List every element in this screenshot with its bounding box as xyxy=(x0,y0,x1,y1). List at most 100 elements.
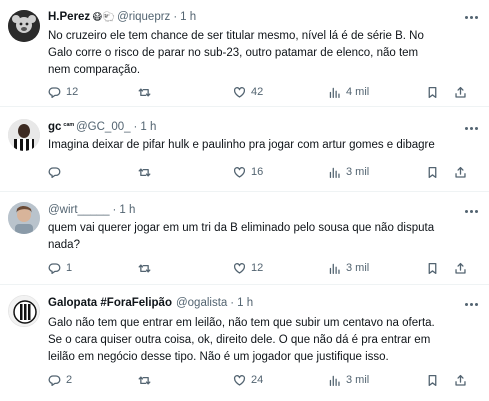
separator-dot: · xyxy=(112,204,117,216)
tweet-text: No cruzeiro ele tem chance de ser titula… xyxy=(48,28,478,79)
display-name[interactable]: gc xyxy=(48,121,61,133)
bookmark-icon xyxy=(428,86,437,98)
views-count: 3 mil xyxy=(346,374,370,386)
share-button[interactable] xyxy=(454,164,467,180)
handle[interactable]: @ogalista xyxy=(176,297,227,309)
bookmark-button[interactable] xyxy=(426,84,439,100)
retweet-button[interactable] xyxy=(138,84,156,100)
bookmark-button[interactable] xyxy=(426,260,439,276)
tweet-text-line: leilão em negócio desse tipo. Não é um j… xyxy=(48,351,389,363)
views-button[interactable]: 3 mil xyxy=(328,260,369,276)
more-dots-icon[interactable] xyxy=(463,299,479,309)
views-button[interactable]: 3 mil xyxy=(328,164,369,180)
reply-icon xyxy=(48,374,61,386)
retweet-icon xyxy=(138,376,151,384)
views-button[interactable]: 3 mil xyxy=(328,372,369,388)
more-dots-icon[interactable] xyxy=(463,123,479,133)
reply-count: 1 xyxy=(66,262,73,274)
tweet[interactable]: gc ᶜᵃᵐ @GC_00_ · 1 h Imagina deixar de p… xyxy=(0,107,489,191)
reply-button[interactable]: 12 xyxy=(48,84,78,100)
like-count: 24 xyxy=(251,374,264,386)
timestamp[interactable]: 1 h xyxy=(237,297,253,309)
like-count: 42 xyxy=(251,86,264,98)
bookmark-icon xyxy=(428,166,437,178)
tweet-text: Galo não tem que entrar em leilão, não t… xyxy=(48,315,478,366)
handle[interactable]: @GC_00_ xyxy=(76,121,131,133)
tweet-text-line: No cruzeiro ele tem chance de ser titula… xyxy=(48,30,424,42)
tweet-text-line: quem vai querer jogar em um tri da B eli… xyxy=(48,222,435,234)
reply-button[interactable]: 2 xyxy=(48,372,72,388)
tweet-text-line: nem comparação. xyxy=(48,64,141,76)
avatar[interactable] xyxy=(8,10,40,42)
reply-icon xyxy=(48,86,61,98)
avatar[interactable] xyxy=(8,295,40,327)
timestamp[interactable]: 1 h xyxy=(180,11,196,23)
tweet-text-line: nada? xyxy=(48,239,80,251)
like-button[interactable]: 42 xyxy=(233,84,263,100)
display-name[interactable]: H.Perez xyxy=(48,11,90,23)
retweet-icon xyxy=(138,88,151,96)
tweet-header: gc ᶜᵃᵐ @GC_00_ · 1 h xyxy=(48,120,156,134)
share-button[interactable] xyxy=(454,260,467,276)
share-icon xyxy=(455,262,466,274)
heart-icon xyxy=(233,86,246,98)
views-chart-icon xyxy=(329,167,340,178)
heart-icon xyxy=(233,262,246,274)
heart-icon xyxy=(233,374,246,386)
views-count: 3 mil xyxy=(346,166,370,178)
retweet-icon xyxy=(138,264,151,272)
like-button[interactable]: 24 xyxy=(233,372,263,388)
views-button[interactable]: 4 mil xyxy=(328,84,369,100)
tweet[interactable]: H.Perez 😷🐑 @riqueprz · 1 h No cruzeiro e… xyxy=(0,0,489,98)
retweet-icon xyxy=(138,168,151,176)
avatar[interactable] xyxy=(8,119,40,151)
tweet-text: quem vai querer jogar em um tri da B eli… xyxy=(48,220,478,254)
handle[interactable]: @riqueprz xyxy=(117,11,170,23)
like-button[interactable]: 16 xyxy=(233,164,263,180)
handle[interactable]: @wirt_____ xyxy=(48,204,110,216)
separator-dot: · xyxy=(173,11,178,23)
reply-count: 12 xyxy=(66,86,79,98)
tweet-header: Galopata #ForaFelipão @ogalista · 1 h xyxy=(48,297,253,309)
bookmark-button[interactable] xyxy=(426,372,439,388)
more-dots-icon[interactable] xyxy=(463,206,479,216)
retweet-button[interactable] xyxy=(138,372,156,388)
timestamp[interactable]: 1 h xyxy=(119,204,135,216)
tweet[interactable]: Galopata #ForaFelipão @ogalista · 1 h Ga… xyxy=(0,285,489,401)
share-icon xyxy=(455,374,466,386)
retweet-button[interactable] xyxy=(138,164,156,180)
reply-button[interactable] xyxy=(48,164,66,180)
bookmark-icon xyxy=(428,262,437,274)
display-name[interactable]: Galopata #ForaFelipão xyxy=(48,297,172,309)
reply-button[interactable]: 1 xyxy=(48,260,72,276)
views-count: 4 mil xyxy=(346,86,370,98)
like-button[interactable]: 12 xyxy=(233,260,263,276)
views-chart-icon xyxy=(329,263,340,274)
tweet-text-line: Imagina deixar de pifar hulk e paulinho … xyxy=(48,139,435,151)
avatar[interactable] xyxy=(8,202,40,234)
bookmark-icon xyxy=(428,374,437,386)
like-count: 12 xyxy=(251,262,264,274)
separator-dot: · xyxy=(133,121,138,133)
timestamp[interactable]: 1 h xyxy=(140,121,156,133)
reply-icon xyxy=(48,166,61,178)
share-button[interactable] xyxy=(454,372,467,388)
tweet-header: @wirt_____ · 1 h xyxy=(48,204,135,216)
name-badges: ᶜᵃᵐ xyxy=(63,120,74,130)
tweet-actions: 1 12 3 mil xyxy=(48,260,478,276)
tweet-actions: 16 3 mil xyxy=(48,164,478,180)
tweet[interactable]: @wirt_____ · 1 h quem vai querer jogar e… xyxy=(0,192,489,284)
tweet-text-line: Galo não tem que entrar em leilão, não t… xyxy=(48,317,435,329)
share-button[interactable] xyxy=(454,84,467,100)
retweet-button[interactable] xyxy=(138,260,156,276)
share-icon xyxy=(455,166,466,178)
share-icon xyxy=(455,86,466,98)
views-chart-icon xyxy=(329,375,340,386)
tweet-actions: 2 24 3 mil xyxy=(48,372,478,388)
bookmark-button[interactable] xyxy=(426,164,439,180)
tweet-actions: 12 42 4 mil xyxy=(48,84,478,100)
heart-icon xyxy=(233,166,246,178)
more-dots-icon[interactable] xyxy=(463,12,479,22)
name-badges: 😷🐑 xyxy=(92,11,116,23)
separator-dot: · xyxy=(230,297,235,309)
